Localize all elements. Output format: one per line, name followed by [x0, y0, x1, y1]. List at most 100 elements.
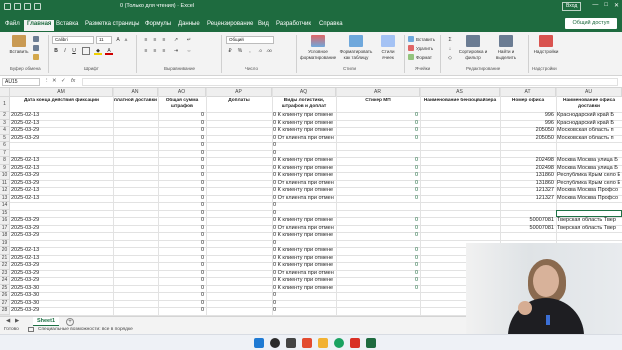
- table-cell[interactable]: 0: [159, 120, 204, 128]
- pdf-icon[interactable]: [350, 338, 360, 348]
- table-cell[interactable]: 2025-03-29: [11, 307, 111, 315]
- table-cell[interactable]: Московская область п: [557, 135, 620, 143]
- redo-icon[interactable]: [34, 3, 41, 10]
- name-box[interactable]: AU15: [2, 78, 40, 86]
- share-button[interactable]: Общий доступ: [565, 18, 617, 29]
- row-header[interactable]: 3: [0, 119, 10, 127]
- excel-icon[interactable]: [366, 338, 376, 348]
- table-cell[interactable]: 0 К клиенту при отмене: [273, 112, 334, 120]
- row-header[interactable]: 2: [0, 112, 10, 120]
- row-header[interactable]: 4: [0, 127, 10, 135]
- row-header[interactable]: 22: [0, 262, 10, 270]
- tab-data[interactable]: Данные: [178, 21, 200, 27]
- table-cell[interactable]: Москва Москва Профсо: [557, 195, 620, 203]
- table-cell[interactable]: 0: [159, 172, 204, 180]
- autosave-icon[interactable]: [4, 3, 11, 10]
- row-header[interactable]: 19: [0, 239, 10, 247]
- table-cell[interactable]: 0: [337, 172, 418, 180]
- column-header[interactable]: AO: [158, 88, 206, 97]
- table-cell[interactable]: 0: [273, 307, 334, 315]
- table-cell[interactable]: 2025-03-29: [11, 180, 111, 188]
- insert-function-button[interactable]: fx: [71, 78, 75, 84]
- font-name-select[interactable]: Calibri: [52, 36, 94, 44]
- table-cell[interactable]: 0: [337, 277, 418, 285]
- table-cell[interactable]: 0: [337, 232, 418, 240]
- table-cell[interactable]: 2025-03-29: [11, 232, 111, 240]
- table-cell[interactable]: 0: [273, 142, 334, 150]
- column-title[interactable]: платной доставки: [114, 98, 157, 112]
- row-header[interactable]: 10: [0, 172, 10, 180]
- table-cell[interactable]: 0: [337, 262, 418, 270]
- table-cell[interactable]: Республика Крым село Е: [557, 180, 620, 188]
- options-icon[interactable]: ⋮: [44, 78, 50, 84]
- table-cell[interactable]: 2025-03-30: [11, 285, 111, 293]
- table-cell[interactable]: Москва Москва улица Б: [557, 157, 620, 165]
- column-header[interactable]: AU: [556, 88, 622, 97]
- table-cell[interactable]: 2025-02-13: [11, 187, 111, 195]
- table-cell[interactable]: 0: [159, 202, 204, 210]
- bold-icon[interactable]: B: [52, 47, 60, 55]
- table-cell[interactable]: 2025-02-13: [11, 165, 111, 173]
- row-header[interactable]: 25: [0, 284, 10, 292]
- table-cell[interactable]: 0: [273, 240, 334, 248]
- table-cell[interactable]: 0: [273, 300, 334, 308]
- table-cell[interactable]: 0 К клиенту при отмене: [273, 165, 334, 173]
- table-cell[interactable]: 202498: [501, 157, 554, 165]
- table-cell[interactable]: 0: [273, 202, 334, 210]
- folder-icon[interactable]: [318, 338, 328, 348]
- table-cell[interactable]: 0: [159, 307, 204, 315]
- table-cell[interactable]: 0 К клиенту при отмене: [273, 247, 334, 255]
- table-cell[interactable]: 0: [337, 112, 418, 120]
- percent-icon[interactable]: %: [236, 47, 244, 55]
- table-cell[interactable]: Краснодарский край Б: [557, 112, 620, 120]
- save-icon[interactable]: [14, 3, 21, 10]
- table-cell[interactable]: 0: [159, 277, 204, 285]
- table-cell[interactable]: Тверская область Твер: [557, 217, 620, 225]
- table-cell[interactable]: 0: [159, 255, 204, 263]
- enter-icon[interactable]: ✓: [61, 78, 66, 84]
- table-cell[interactable]: 0: [159, 150, 204, 158]
- row-header[interactable]: 14: [0, 202, 10, 210]
- table-cell[interactable]: 0 К клиенту при отмене: [273, 217, 334, 225]
- table-cell[interactable]: 0: [337, 187, 418, 195]
- table-cell[interactable]: 2025-03-30: [11, 300, 111, 308]
- search-icon[interactable]: [270, 338, 280, 348]
- column-title[interactable]: Дата конца действия фиксации: [11, 98, 112, 112]
- table-cell[interactable]: 0: [337, 127, 418, 135]
- table-cell[interactable]: 50007081: [501, 225, 554, 233]
- find-select-button[interactable]: Найти и выделить: [492, 35, 520, 60]
- table-cell[interactable]: 50007081: [501, 217, 554, 225]
- row-header[interactable]: 7: [0, 149, 10, 157]
- indent-icon[interactable]: ⇥: [172, 47, 180, 55]
- table-cell[interactable]: 0: [159, 142, 204, 150]
- table-cell[interactable]: 0: [159, 165, 204, 173]
- table-cell[interactable]: Московская область п: [557, 127, 620, 135]
- align-left-icon[interactable]: ≡: [142, 47, 150, 55]
- table-cell[interactable]: 0: [159, 195, 204, 203]
- row-header[interactable]: 8: [0, 157, 10, 165]
- column-title[interactable]: Наименование офиса доставки: [557, 98, 621, 112]
- tab-help[interactable]: Справка: [319, 21, 343, 27]
- table-cell[interactable]: 0: [273, 150, 334, 158]
- table-cell[interactable]: 0: [159, 270, 204, 278]
- column-title[interactable]: Стикер МП: [337, 98, 419, 112]
- table-cell[interactable]: 2025-02-13: [11, 195, 111, 203]
- sort-filter-button[interactable]: Сортировка и фильтр: [458, 35, 488, 60]
- align-center-icon[interactable]: ≡: [151, 47, 159, 55]
- tab-page-layout[interactable]: Разметка страницы: [85, 21, 139, 27]
- selected-cell[interactable]: [556, 209, 622, 217]
- table-cell[interactable]: 0 К клиенту при отмене: [273, 172, 334, 180]
- column-header[interactable]: AT: [500, 88, 556, 97]
- column-header[interactable]: AM: [10, 88, 113, 97]
- table-cell[interactable]: 0 От клиента при отмене: [273, 225, 334, 233]
- row-header[interactable]: 24: [0, 277, 10, 285]
- borders-icon[interactable]: [82, 47, 90, 55]
- clear-icon[interactable]: ◇: [446, 54, 454, 62]
- row-header[interactable]: 18: [0, 232, 10, 240]
- table-cell[interactable]: 121327: [501, 195, 554, 203]
- table-cell[interactable]: 0 К клиенту при отмене: [273, 157, 334, 165]
- row-header[interactable]: 15: [0, 209, 10, 217]
- column-header[interactable]: AQ: [272, 88, 336, 97]
- add-sheet-button[interactable]: +: [66, 318, 74, 326]
- scroll-right-icon[interactable]: ▶: [15, 318, 19, 324]
